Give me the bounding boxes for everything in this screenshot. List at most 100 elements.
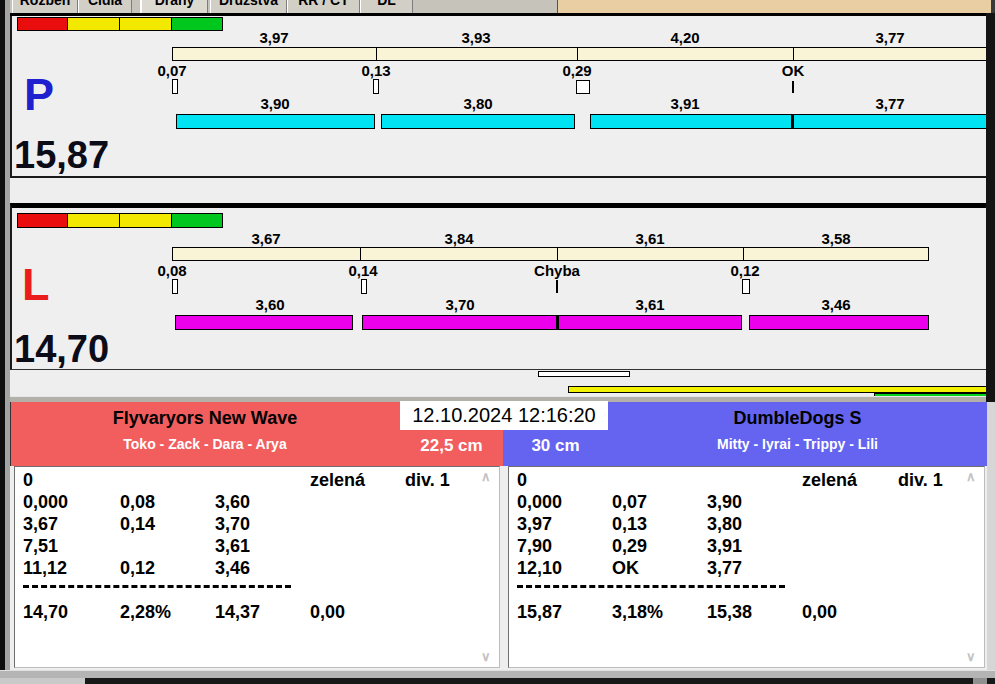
list-cell: OK (612, 559, 639, 577)
result-list-right[interactable] (508, 466, 985, 668)
lane-p-split-bar-sep (376, 47, 377, 61)
list-cell: div. 1 (405, 471, 450, 489)
list-cell: 3,60 (215, 493, 250, 511)
list-cell: 7,90 (517, 537, 552, 555)
tab-cidla[interactable]: Čidla (78, 0, 132, 13)
lane-l-tick (742, 279, 750, 294)
bottom-gray-strip (0, 670, 995, 678)
list-summary-cell: 15,38 (707, 603, 752, 621)
lane-l-group (10, 203, 986, 370)
team-right-dogs: Mitty - Iyrai - Trippy - Lili (608, 436, 987, 452)
lane-l-total-time: 14,70 (14, 330, 109, 368)
list-summary-cell: 0,00 (310, 603, 345, 621)
lane-p-split-bar-sep (793, 47, 794, 61)
lane-p-light-green (171, 17, 223, 31)
list-cell: 11,12 (23, 559, 67, 577)
lane-l-light-yellow1 (67, 213, 120, 228)
lane-l-tick (556, 280, 558, 293)
window-right-lower-edge (987, 402, 995, 678)
list-cell: 0,07 (612, 493, 647, 511)
lane-p-split-bar-sep (577, 47, 578, 61)
list-summary-cell: 15,87 (517, 603, 562, 621)
lane-p-split-top-label: 3,77 (875, 30, 904, 45)
lane-p-split-top-label: 4,20 (670, 30, 699, 45)
lane-l-split-top-label: 3,84 (444, 231, 473, 246)
lane-l-split-top-label: 3,58 (821, 231, 850, 246)
list-cell: 3,61 (215, 537, 250, 555)
lane-l-split-top-label: 3,61 (635, 231, 664, 246)
list-cell: 7,51 (23, 537, 58, 555)
bottom-bar-right-piece (973, 678, 987, 684)
lane-p-tick (172, 79, 178, 94)
list-cell: zelená (802, 471, 857, 489)
lane-l-split-bar-sep (743, 247, 744, 261)
lane-l-split-bar-sep (360, 247, 361, 261)
list-cell: 12,10 (517, 559, 562, 577)
list-cell: 3,46 (215, 559, 250, 577)
team-left-jump-height: 22,5 cm (400, 436, 503, 456)
lane-l-tick (172, 279, 178, 294)
lane-p-split-bottom-label: 3,77 (875, 96, 904, 111)
tab-druzstva[interactable]: Družstva (210, 0, 287, 13)
window-top-right-edge (991, 0, 995, 13)
list-cell: 3,70 (215, 515, 250, 533)
tab-rozbeh[interactable]: Rozběh (12, 0, 78, 13)
lane-p-mark-label: 0,13 (361, 63, 390, 78)
list-cell: 3,67 (23, 515, 58, 533)
lane-l-mark-label: 0,14 (348, 263, 377, 278)
team-left-dogs: Toko - Zack - Dara - Arya (10, 436, 400, 452)
result-list-right-divider (517, 585, 785, 588)
lane-p-mark-label: OK (782, 63, 805, 78)
tab-dl[interactable]: DL (360, 0, 413, 13)
list-cell: 3,97 (517, 515, 552, 533)
bottom-bar-left-piece (0, 678, 85, 684)
team-left-name: Flyvaryors New Wave (10, 408, 400, 429)
background-window-strip (557, 0, 993, 13)
lane-p-run-bar (381, 114, 575, 129)
list-cell: 0,29 (612, 537, 647, 555)
lane-p-tick (373, 79, 379, 94)
result-list-left-divider (23, 585, 291, 588)
lane-l-light-green (171, 213, 223, 228)
lane-l-run-bar-tick (556, 315, 559, 330)
lane-l-letter: L (22, 262, 50, 307)
list-cell: 0,000 (517, 493, 562, 511)
list-cell: div. 1 (898, 471, 943, 489)
result-list-left[interactable] (14, 466, 500, 668)
list-summary-cell: 14,70 (23, 603, 68, 621)
lane-p-light-yellow1 (67, 17, 120, 31)
lane-p-total-time: 15,87 (14, 136, 109, 174)
lane-p-split-bottom-label: 3,80 (463, 96, 492, 111)
lane-l-split-bar (172, 247, 929, 261)
lane-p-run-bar (590, 114, 987, 129)
list-cell: 0,000 (23, 493, 68, 511)
tab-drahy[interactable]: Dráhy (140, 0, 208, 13)
lane-l-mark-label: 0,12 (730, 263, 759, 278)
lane-l-tick (361, 279, 367, 294)
list-cell: 0,14 (120, 515, 155, 533)
list-cell: 0,13 (612, 515, 647, 533)
mid-white-bar (538, 371, 630, 377)
lane-l-split-bottom-label: 3,46 (821, 297, 850, 312)
list-summary-cell: 0,00 (802, 603, 837, 621)
lane-p-run-bar (176, 114, 375, 129)
lane-l-split-bottom-label: 3,70 (445, 297, 474, 312)
list-cell: zelená (310, 471, 365, 489)
timestamp: 12.10.2024 12:16:20 (412, 404, 596, 426)
lane-l-mark-label: Chyba (534, 263, 580, 278)
lane-l-run-bar (749, 315, 929, 330)
lane-l-run-bar (175, 315, 353, 330)
lane-l-light-yellow2 (119, 213, 172, 228)
list-summary-cell: 14,37 (215, 603, 260, 621)
tab-rr-ct[interactable]: RR / ČT (287, 0, 360, 13)
lane-p-mark-label: 0,07 (157, 63, 186, 78)
timestamp-box: 12.10.2024 12:16:20 (400, 401, 608, 430)
lane-p-split-top-label: 3,97 (259, 30, 288, 45)
list-cell: 3,80 (707, 515, 742, 533)
window-right-edge (986, 13, 995, 402)
lane-l-split-bar-sep (557, 247, 558, 261)
lane-p-split-bottom-label: 3,90 (260, 96, 289, 111)
list-cell: 0,08 (120, 493, 155, 511)
list-cell: 0,12 (120, 559, 155, 577)
lane-l-split-top-label: 3,67 (251, 231, 280, 246)
